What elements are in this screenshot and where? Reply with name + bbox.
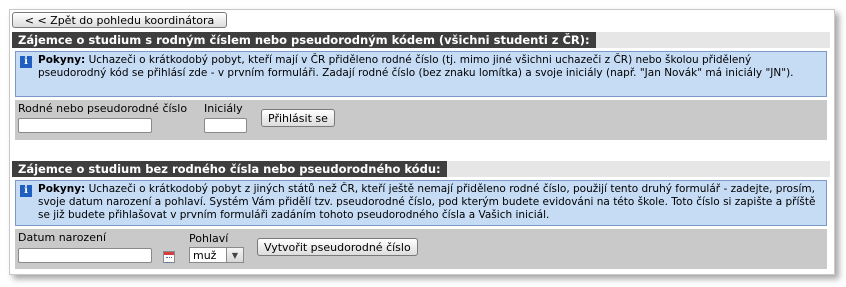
- info-icon: i: [20, 185, 32, 197]
- instructions-label: Pokyny:: [38, 183, 86, 195]
- info-icon: i: [20, 56, 32, 68]
- birth-number-input[interactable]: [18, 118, 152, 133]
- initials-input[interactable]: [204, 118, 247, 133]
- gender-select[interactable]: muž ▼: [189, 247, 244, 263]
- section2-form: Datum narození Pohlaví muž ▼ Vytvořit ps…: [15, 229, 827, 269]
- instructions-label: Pokyny:: [38, 54, 86, 66]
- birth-date-label: Datum narození: [18, 231, 106, 244]
- chevron-down-icon[interactable]: ▼: [226, 248, 243, 262]
- main-panel: < < Zpět do pohledu koordinátora Zájemce…: [9, 9, 835, 275]
- section-with-birth-number: Zájemce o studium s rodným číslem nebo p…: [12, 32, 830, 140]
- section1-instructions: i Pokyny: Uchazeči o krátkodobý pobyt, k…: [15, 51, 827, 97]
- section-without-birth-number: Zájemce o studium bez rodného čísla nebo…: [12, 161, 830, 269]
- birth-date-input[interactable]: [18, 248, 152, 263]
- calendar-icon[interactable]: [163, 251, 175, 263]
- section2-title: Zájemce o studium bez rodného čísla nebo…: [12, 161, 447, 177]
- back-to-coordinator-button[interactable]: < < Zpět do pohledu koordinátora: [12, 12, 227, 28]
- instructions-text: Uchazeči o krátkodobý pobyt z jiných stá…: [38, 183, 816, 221]
- instructions-text: Uchazeči o krátkodobý pobyt, kteří mají …: [38, 54, 794, 79]
- section1-form: Rodné nebo pseudorodné číslo Iniciály Př…: [15, 100, 827, 140]
- initials-label: Iniciály: [204, 102, 243, 115]
- create-pseudo-number-button[interactable]: Vytvořit pseudorodné číslo: [257, 238, 418, 256]
- section2-instructions: i Pokyny: Uchazeči o krátkodobý pobyt z …: [15, 180, 827, 226]
- login-button[interactable]: Přihlásit se: [261, 109, 335, 127]
- gender-label: Pohlaví: [189, 232, 229, 245]
- gender-selected-value: muž: [193, 248, 217, 262]
- birth-number-label: Rodné nebo pseudorodné číslo: [18, 102, 188, 115]
- section1-title: Zájemce o studium s rodným číslem nebo p…: [12, 32, 596, 48]
